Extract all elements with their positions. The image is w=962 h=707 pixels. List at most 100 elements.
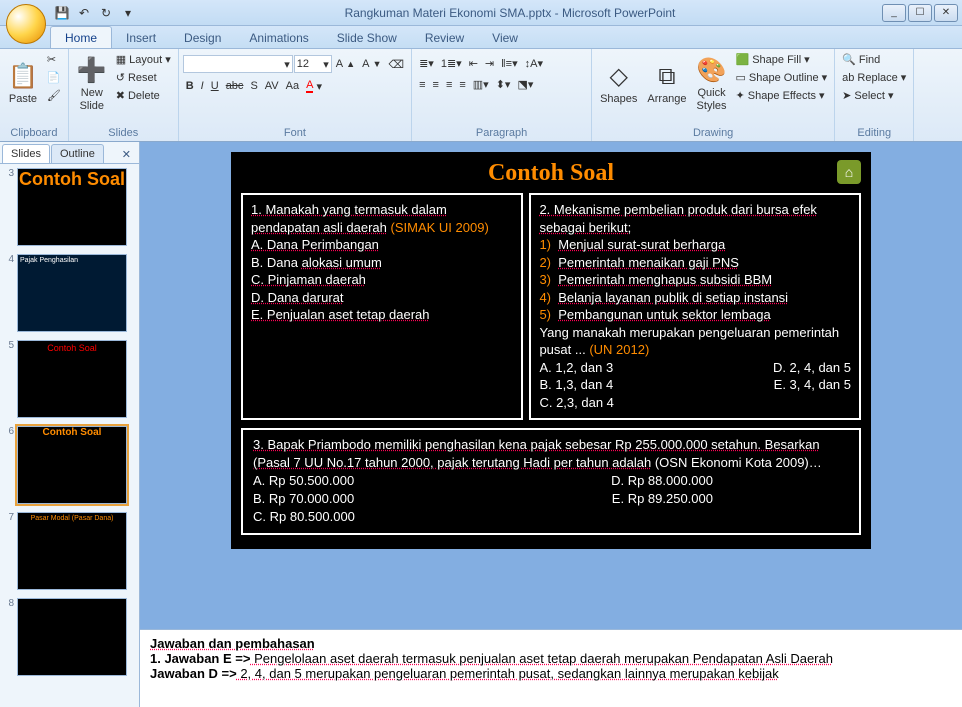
slide-thumbnail[interactable]: Contoh Soal — [17, 168, 127, 246]
indent-inc-button[interactable]: ⇥ — [482, 55, 497, 72]
delete-icon: ✖ — [116, 89, 125, 102]
shadow-button[interactable]: S — [247, 78, 260, 94]
ribbon: 📋 Paste ✂ 📄 🖌 Clipboard ➕ New Slide ▦Lay… — [0, 49, 962, 142]
shapes-icon: ◇ — [610, 62, 628, 91]
layout-button[interactable]: ▦Layout ▾ — [113, 51, 174, 68]
thumb-title: Pasar Modal (Pasar Dana) — [18, 513, 126, 524]
bullets-button[interactable]: ≣▾ — [416, 55, 437, 72]
slide-thumbnail[interactable]: Pajak Penghasilan — [17, 254, 127, 332]
align-left-button[interactable]: ≡ — [416, 77, 428, 93]
change-case-button[interactable]: Aa — [283, 78, 302, 94]
tab-animations[interactable]: Animations — [235, 27, 322, 48]
grow-font-button[interactable]: A▲ — [333, 56, 358, 72]
home-icon[interactable]: ⌂ — [837, 160, 861, 184]
new-slide-button[interactable]: ➕ New Slide — [73, 51, 111, 117]
cut-button[interactable]: ✂ — [44, 51, 64, 68]
align-center-button[interactable]: ≡ — [430, 77, 442, 93]
q2-tail: Yang manakah merupakan pengeluaran pemer… — [539, 325, 839, 358]
new-slide-icon: ➕ — [77, 56, 107, 85]
shape-outline-button[interactable]: ▭Shape Outline ▾ — [733, 69, 831, 86]
arrange-button[interactable]: ⧉Arrange — [643, 51, 690, 117]
pane-close-button[interactable]: ✕ — [118, 146, 135, 163]
spacing-button[interactable]: AV — [262, 78, 282, 94]
effects-icon: ✦ — [736, 89, 745, 102]
indent-dec-button[interactable]: ⇤ — [466, 55, 481, 72]
slide-thumbnail-selected[interactable]: Contoh Soal — [17, 426, 127, 504]
underline-button[interactable]: U — [208, 78, 222, 94]
font-family-combo[interactable]: ▾ — [183, 55, 293, 73]
tab-home[interactable]: Home — [50, 26, 112, 48]
thumb-row[interactable]: 4 Pajak Penghasilan — [2, 254, 137, 332]
align-right-button[interactable]: ≡ — [443, 77, 455, 93]
format-painter-button[interactable]: 🖌 — [44, 87, 64, 104]
tab-review[interactable]: Review — [411, 27, 478, 48]
thumb-number: 4 — [2, 254, 14, 265]
tab-view[interactable]: View — [478, 27, 532, 48]
thumb-row[interactable]: 6 Contoh Soal — [2, 426, 137, 504]
delete-button[interactable]: ✖Delete — [113, 87, 174, 104]
slide-thumbnail[interactable] — [17, 598, 127, 676]
thumbnails[interactable]: 3 Contoh Soal 4 Pajak Penghasilan 5 Cont… — [0, 164, 139, 707]
select-button[interactable]: ➤Select ▾ — [839, 87, 909, 104]
question-1-box: 1. Manakah yang termasuk dalam pendapata… — [241, 193, 523, 420]
notes-pane[interactable]: Jawaban dan pembahasan 1. Jawaban E => P… — [140, 629, 962, 707]
qat-more[interactable]: ▾ — [118, 3, 138, 23]
shrink-font-button[interactable]: A▼ — [359, 56, 384, 72]
quick-styles-button[interactable]: 🎨Quick Styles — [693, 51, 731, 117]
thumb-row[interactable]: 7 Pasar Modal (Pasar Dana) — [2, 512, 137, 590]
align-text-button[interactable]: ⬍▾ — [493, 76, 514, 93]
slide-title: Contoh Soal — [241, 160, 861, 187]
office-button[interactable] — [6, 4, 46, 44]
bold-button[interactable]: B — [183, 78, 197, 94]
undo-button[interactable]: ↶ — [74, 3, 94, 23]
slide-area[interactable]: ⌂ Contoh Soal 1. Manakah yang termasuk d… — [140, 142, 962, 629]
thumb-row[interactable]: 8 — [2, 598, 137, 676]
tab-insert[interactable]: Insert — [112, 27, 170, 48]
pane-tabs: Slides Outline ✕ — [0, 142, 139, 164]
pane-tab-slides[interactable]: Slides — [2, 144, 50, 163]
clear-format-button[interactable]: ⌫ — [386, 56, 408, 73]
text-direction-button[interactable]: ↕A▾ — [522, 55, 546, 72]
slide-canvas: ⌂ Contoh Soal 1. Manakah yang termasuk d… — [140, 142, 962, 707]
minimize-button[interactable]: _ — [882, 4, 906, 22]
slide[interactable]: ⌂ Contoh Soal 1. Manakah yang termasuk d… — [231, 152, 871, 549]
italic-button[interactable]: I — [198, 78, 207, 94]
numbering-button[interactable]: 1≣▾ — [438, 55, 465, 72]
justify-button[interactable]: ≡ — [456, 77, 468, 93]
copy-button[interactable]: 📄 — [44, 69, 64, 86]
tab-design[interactable]: Design — [170, 27, 235, 48]
replace-button[interactable]: abReplace ▾ — [839, 69, 909, 86]
delete-label: Delete — [128, 90, 160, 102]
slide-thumbnail[interactable]: Contoh Soal — [17, 340, 127, 418]
reset-icon: ↺ — [116, 71, 125, 84]
save-button[interactable]: 💾 — [52, 3, 72, 23]
paste-button[interactable]: 📋 Paste — [4, 51, 42, 117]
shapes-button[interactable]: ◇Shapes — [596, 51, 641, 117]
maximize-button[interactable]: ☐ — [908, 4, 932, 22]
smartart-button[interactable]: ⬔▾ — [514, 76, 536, 93]
tab-slideshow[interactable]: Slide Show — [323, 27, 411, 48]
q2-opt-b: B. 1,3, dan 4 — [539, 376, 613, 394]
line-spacing-button[interactable]: ‖≡▾ — [498, 55, 520, 72]
shape-fill-button[interactable]: 🟩Shape Fill ▾ — [733, 51, 831, 68]
pane-tab-outline[interactable]: Outline — [51, 144, 104, 163]
q3-opt-b: B. Rp 70.000.000 — [253, 490, 354, 508]
font-color-button[interactable]: A▾ — [303, 77, 325, 95]
close-button[interactable]: ✕ — [934, 4, 958, 22]
reset-button[interactable]: ↺Reset — [113, 69, 174, 86]
group-slides-label: Slides — [73, 126, 174, 140]
q3-opt-e: E. Rp 89.250.000 — [612, 490, 713, 508]
redo-button[interactable]: ↻ — [96, 3, 116, 23]
new-slide-label: New Slide — [80, 87, 104, 111]
thumb-row[interactable]: 5 Contoh Soal — [2, 340, 137, 418]
thumb-row[interactable]: 3 Contoh Soal — [2, 168, 137, 246]
group-paragraph: ≣▾ 1≣▾ ⇤ ⇥ ‖≡▾ ↕A▾ ≡ ≡ ≡ ≡ ▥▾ ⬍▾ ⬔▾ Para… — [412, 49, 592, 141]
group-drawing: ◇Shapes ⧉Arrange 🎨Quick Styles 🟩Shape Fi… — [592, 49, 835, 141]
find-button[interactable]: 🔍Find — [839, 51, 909, 68]
slide-thumbnail[interactable]: Pasar Modal (Pasar Dana) — [17, 512, 127, 590]
columns-button[interactable]: ▥▾ — [470, 76, 492, 93]
strike-button[interactable]: abc — [223, 78, 247, 94]
font-size-combo[interactable]: 12▾ — [294, 55, 332, 73]
quick-styles-label: Quick Styles — [697, 87, 727, 111]
shape-effects-button[interactable]: ✦Shape Effects ▾ — [733, 87, 831, 104]
